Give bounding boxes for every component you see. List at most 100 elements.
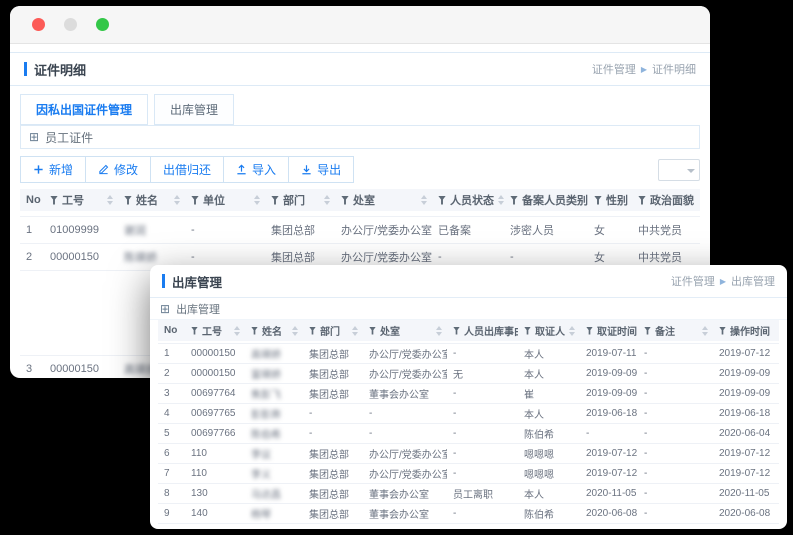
sort-icon[interactable] — [702, 325, 708, 336]
table-grid-icon: ⊞ — [160, 301, 171, 316]
minimize-button[interactable] — [64, 18, 77, 31]
sort-icon[interactable] — [292, 325, 298, 336]
filter-icon[interactable] — [369, 326, 376, 335]
column-header[interactable]: 政治面貌 — [632, 192, 700, 208]
table-cell: - — [453, 428, 457, 439]
table-cell: 1 — [26, 224, 33, 236]
filter-icon[interactable] — [510, 195, 518, 205]
table-cell: 集团总部 — [309, 450, 349, 461]
table-cell: 5 — [164, 428, 170, 439]
column-header-label: 取证人 — [535, 327, 565, 338]
table-cell: 陈伯希 — [251, 430, 281, 441]
table-cell: 2 — [164, 368, 170, 379]
title-accent-bar — [24, 62, 27, 76]
table-row[interactable]: 4 00697765 彭彭奔 - - - 本人 2019-06-18-2019-06-18 — [158, 404, 779, 424]
filter-icon[interactable] — [309, 326, 316, 335]
table-cell: 办公厅/党委办公室 — [341, 252, 432, 264]
column-header[interactable]: 取证时间 — [580, 323, 638, 338]
column-header[interactable]: 人员状态 — [432, 192, 504, 208]
table-row[interactable]: 5 00697766 陈伯希 - - - 陈伯希 - - 2020-06-04 — [158, 424, 779, 444]
column-header[interactable]: 姓名 — [118, 192, 185, 208]
table-row[interactable]: 1 01009999 谢润 - 集团总部 办公厅/党委办公室 已备案 涉密人员 女 中共党员 — [20, 217, 700, 244]
column-header[interactable]: 工号 — [185, 323, 245, 338]
sort-icon[interactable] — [569, 325, 575, 336]
sort-icon[interactable] — [352, 325, 358, 336]
filter-icon[interactable] — [438, 195, 446, 205]
filter-icon[interactable] — [271, 195, 279, 205]
sort-icon[interactable] — [324, 195, 330, 205]
filter-icon[interactable] — [594, 195, 602, 205]
table-row[interactable]: 6 110 李议 集团总部 办公厅/党委办公室 - 嗯嗯嗯 2019-07-12-2019-0… — [158, 444, 779, 464]
filter-icon[interactable] — [453, 326, 460, 335]
table-cell: 2019-09-09 — [719, 388, 771, 399]
table-cell: - — [644, 368, 648, 379]
filter-icon[interactable] — [524, 326, 531, 335]
breadcrumb-parent[interactable]: 证件管理 — [592, 61, 636, 77]
table-row[interactable]: 2 00000150 富瑛娇 集团总部 办公厅/党委办公室无本人 2019-09-09-2… — [158, 364, 779, 384]
plus-icon — [33, 164, 44, 175]
column-header[interactable]: 取证人 — [518, 323, 580, 338]
column-header[interactable]: 备案人员类别 — [504, 192, 588, 208]
column-header[interactable]: 单位 — [185, 192, 265, 208]
table-row[interactable]: 3 00697764 焦彭飞 集团总部 董事会办公室 - 崔 2019-09-09-2019-… — [158, 384, 779, 404]
table-cell: 00000150 — [50, 251, 99, 263]
sort-icon[interactable] — [174, 195, 180, 205]
filter-icon[interactable] — [341, 195, 349, 205]
table-cell: 集团总部 — [309, 510, 349, 521]
table-row[interactable]: 7 110 李义 集团总部 办公厅/党委办公室 - 嗯嗯嗯 2019-07-12-2019-0… — [158, 464, 779, 484]
column-header[interactable]: 性别 — [588, 192, 632, 208]
filter-icon[interactable] — [50, 195, 58, 205]
sort-icon[interactable] — [421, 195, 427, 205]
table-cell: 杨琴 — [251, 510, 271, 521]
tab-private-overseas-certificates[interactable]: 因私出国证件管理 — [20, 94, 149, 125]
export-button[interactable]: 导出 — [288, 156, 355, 183]
column-header[interactable]: 人员出库事由 — [447, 323, 518, 338]
breadcrumb-parent[interactable]: 证件管理 — [671, 273, 715, 289]
table-cell: - — [453, 448, 457, 459]
filter-icon[interactable] — [719, 326, 726, 335]
tab-outbound-management[interactable]: 出库管理 — [154, 94, 235, 125]
column-header[interactable]: 姓名 — [245, 323, 303, 338]
table-cell: - — [644, 508, 648, 519]
filter-icon[interactable] — [586, 326, 593, 335]
sort-icon[interactable] — [436, 325, 442, 336]
filter-icon[interactable] — [644, 326, 651, 335]
column-header[interactable]: 备注 — [638, 323, 713, 338]
filter-icon[interactable] — [251, 326, 258, 335]
column-header[interactable]: 操作时间 — [713, 323, 779, 338]
filter-icon[interactable] — [191, 195, 199, 205]
table-row[interactable]: 1 00000150 高瑛娇 集团总部 办公厅/党委办公室 - 本人 2019-07-11-2… — [158, 344, 779, 364]
edit-button[interactable]: 修改 — [85, 156, 152, 183]
close-button[interactable] — [32, 18, 45, 31]
column-header[interactable]: 工号 — [44, 192, 118, 208]
table-row[interactable]: 9 140 杨琴 集团总部 董事会办公室 - 陈伯希 2020-06-08-2020-06-0… — [158, 504, 779, 524]
column-header[interactable]: 处室 — [363, 323, 447, 338]
filter-icon[interactable] — [191, 326, 198, 335]
sort-icon[interactable] — [107, 195, 113, 205]
filter-icon[interactable] — [638, 195, 646, 205]
sort-icon[interactable] — [234, 325, 240, 336]
table-cell: - — [369, 408, 373, 419]
lend-return-button[interactable]: 出借归还 — [150, 156, 225, 183]
column-header[interactable]: 部门 — [265, 192, 335, 208]
table-cell: - — [369, 428, 373, 439]
column-header[interactable]: No — [158, 325, 185, 336]
column-header[interactable]: 处室 — [335, 192, 432, 208]
table-cell: 嗯嗯嗯 — [524, 450, 554, 461]
add-button[interactable]: 新增 — [20, 156, 87, 183]
column-header-label: 姓名 — [136, 195, 158, 207]
column-header[interactable]: No — [20, 194, 44, 206]
maximize-button[interactable] — [96, 18, 109, 31]
outbound-management-window: 出库管理 证件管理 ▶ 出库管理 ⊞ 出库管理 No 工号 姓名 部门 处室 人员出库事由… — [150, 265, 787, 529]
table-cell: 中共党员 — [638, 252, 682, 264]
column-header[interactable]: 部门 — [303, 323, 363, 338]
page-size-select[interactable] — [658, 158, 700, 181]
sort-icon[interactable] — [254, 195, 260, 205]
section-header: ⊞ 出库管理 — [150, 298, 787, 320]
table-cell: 办公厅/党委办公室 — [369, 470, 447, 481]
import-button[interactable]: 导入 — [223, 156, 290, 183]
table-row[interactable]: 8 130 马达昌 集团总部 董事会办公室 员工离职 本人 2020-11-05-2020-1… — [158, 484, 779, 504]
column-header-label: 处室 — [353, 195, 375, 207]
table-cell: 员工离职 — [453, 490, 493, 501]
filter-icon[interactable] — [124, 195, 132, 205]
